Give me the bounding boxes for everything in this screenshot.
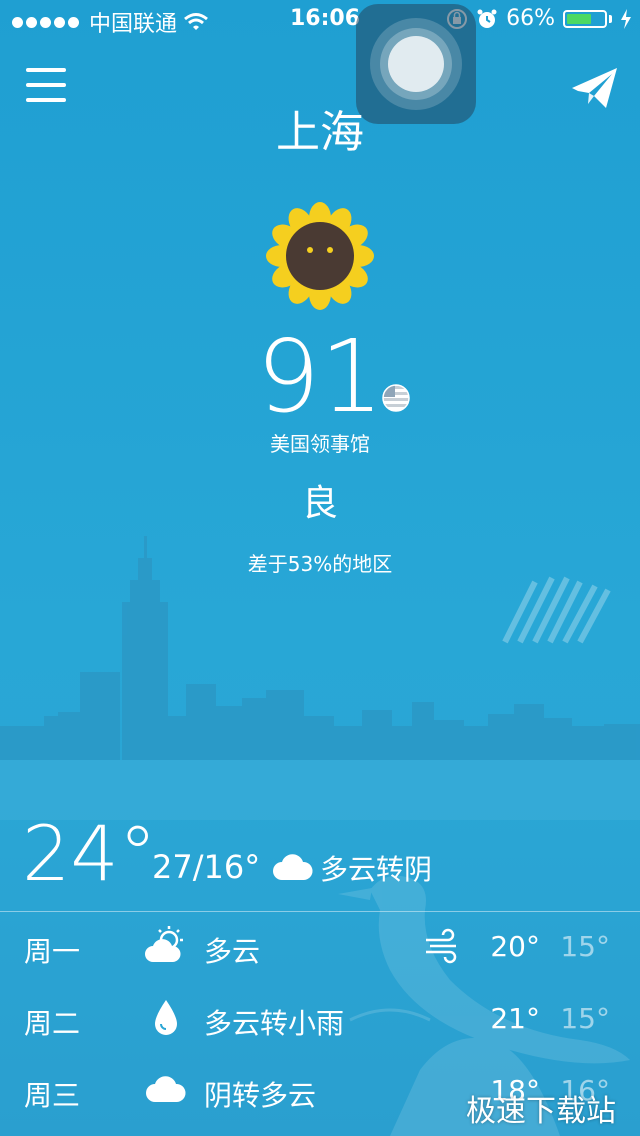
cloud-icon xyxy=(146,1076,186,1102)
forecast-low: 15° xyxy=(560,930,610,963)
aqi-comparison: 差于53%的地区 xyxy=(247,552,393,576)
battery-icon xyxy=(563,9,607,28)
status-bar: 中国联通 16:06 66% xyxy=(0,0,640,40)
status-time: 16:06 xyxy=(290,6,361,31)
rain-drop-icon xyxy=(155,1000,177,1035)
charging-bolt-icon xyxy=(621,8,631,29)
forecast-condition: 阴转多云 xyxy=(204,1079,317,1112)
share-paper-plane-icon[interactable] xyxy=(570,64,620,114)
partly-cloudy-icon xyxy=(145,926,183,962)
today-temp-range: 27/16° xyxy=(152,848,261,886)
forecast-condition: 多云转小雨 xyxy=(204,1007,345,1040)
forecast-high: 21° xyxy=(490,1002,540,1035)
carrier-info: 中国联通 xyxy=(12,6,209,38)
forecast-row[interactable]: 周一 多云 20° 15° xyxy=(0,914,640,984)
alarm-icon xyxy=(477,9,497,28)
aqi-value: 91 xyxy=(256,318,384,435)
forecast-row[interactable]: 周二 多云转小雨 21° 15° xyxy=(0,986,640,1056)
wifi-icon xyxy=(184,13,208,30)
aqi-level: 良 xyxy=(301,483,338,524)
us-flag-icon[interactable] xyxy=(382,384,410,412)
battery-percent: 66% xyxy=(506,6,555,31)
forecast-day: 周三 xyxy=(24,1079,81,1112)
current-temperature: 24° xyxy=(22,809,157,898)
current-condition: 多云转阴 xyxy=(320,853,433,886)
city-title: 上海 xyxy=(276,107,364,158)
carrier-name: 中国联通 xyxy=(89,12,178,37)
forecast-condition: 多云 xyxy=(204,935,261,968)
wind-icon xyxy=(426,928,457,964)
divider xyxy=(0,911,640,912)
forecast-low: 15° xyxy=(560,1002,610,1035)
forecast-high: 20° xyxy=(490,930,540,963)
forecast-day: 周一 xyxy=(24,935,81,968)
cloud-icon xyxy=(273,854,313,880)
weather-screen: 中国联通 16:06 66% 上海 91 美国领事馆 良 差于53%的地区 24… xyxy=(0,0,640,1136)
sunflower-mascot-icon xyxy=(266,202,374,310)
watermark-text: 极速下载站 xyxy=(466,1094,616,1129)
signal-strength-icon xyxy=(12,16,79,28)
monitoring-station[interactable]: 美国领事馆 xyxy=(0,428,640,457)
forecast-day: 周二 xyxy=(24,1007,81,1040)
